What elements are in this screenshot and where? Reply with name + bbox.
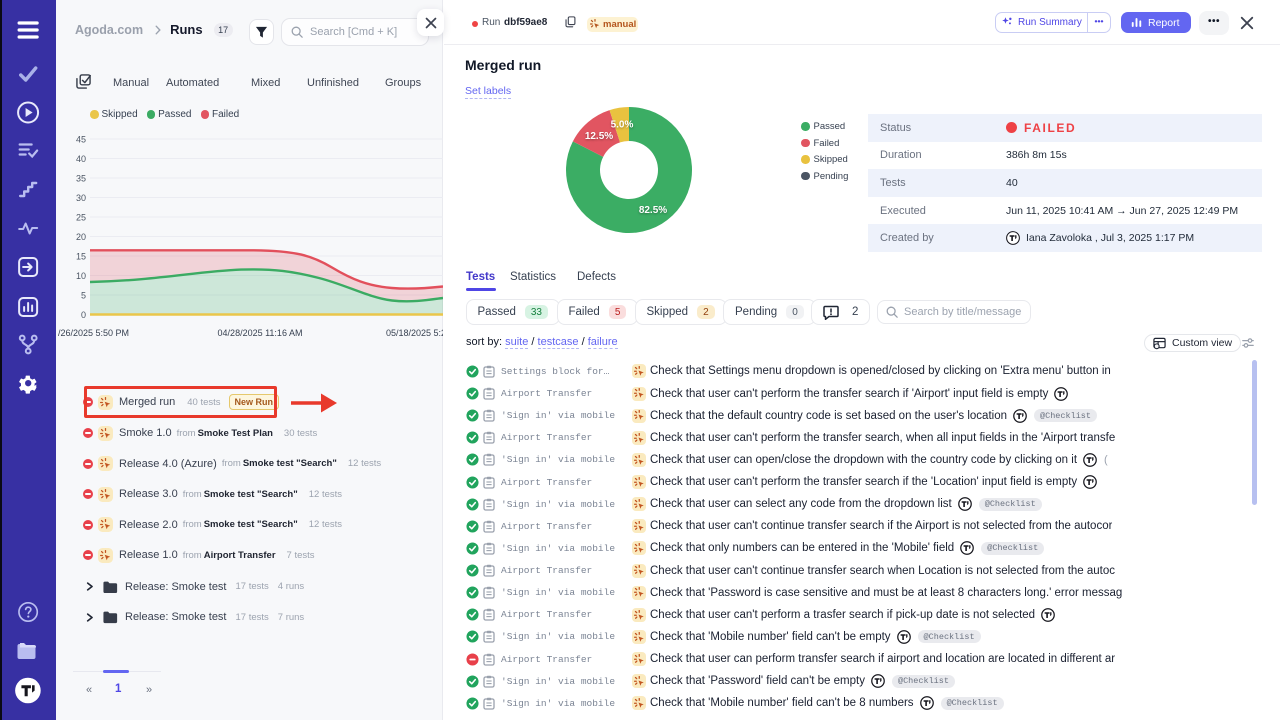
- svg-text:05/18/2025 5:22: 05/18/2025 5:22: [386, 328, 443, 338]
- svg-text:45: 45: [76, 135, 86, 145]
- svg-text:82.5%: 82.5%: [639, 205, 667, 216]
- svg-text:0: 0: [81, 310, 86, 320]
- svg-text:12.5%: 12.5%: [585, 131, 613, 142]
- svg-text:15: 15: [76, 252, 86, 262]
- svg-text:35: 35: [76, 174, 86, 184]
- svg-text:30: 30: [76, 193, 86, 203]
- svg-text:5.0%: 5.0%: [611, 120, 634, 131]
- svg-text:04/28/2025 11:16 AM: 04/28/2025 11:16 AM: [218, 328, 303, 338]
- svg-text:20: 20: [76, 232, 86, 242]
- svg-text:25: 25: [76, 213, 86, 223]
- svg-text:10: 10: [76, 271, 86, 281]
- svg-text:40: 40: [76, 154, 86, 164]
- svg-text:5: 5: [81, 291, 86, 301]
- svg-text:/26/2025 5:50 PM: /26/2025 5:50 PM: [58, 328, 129, 338]
